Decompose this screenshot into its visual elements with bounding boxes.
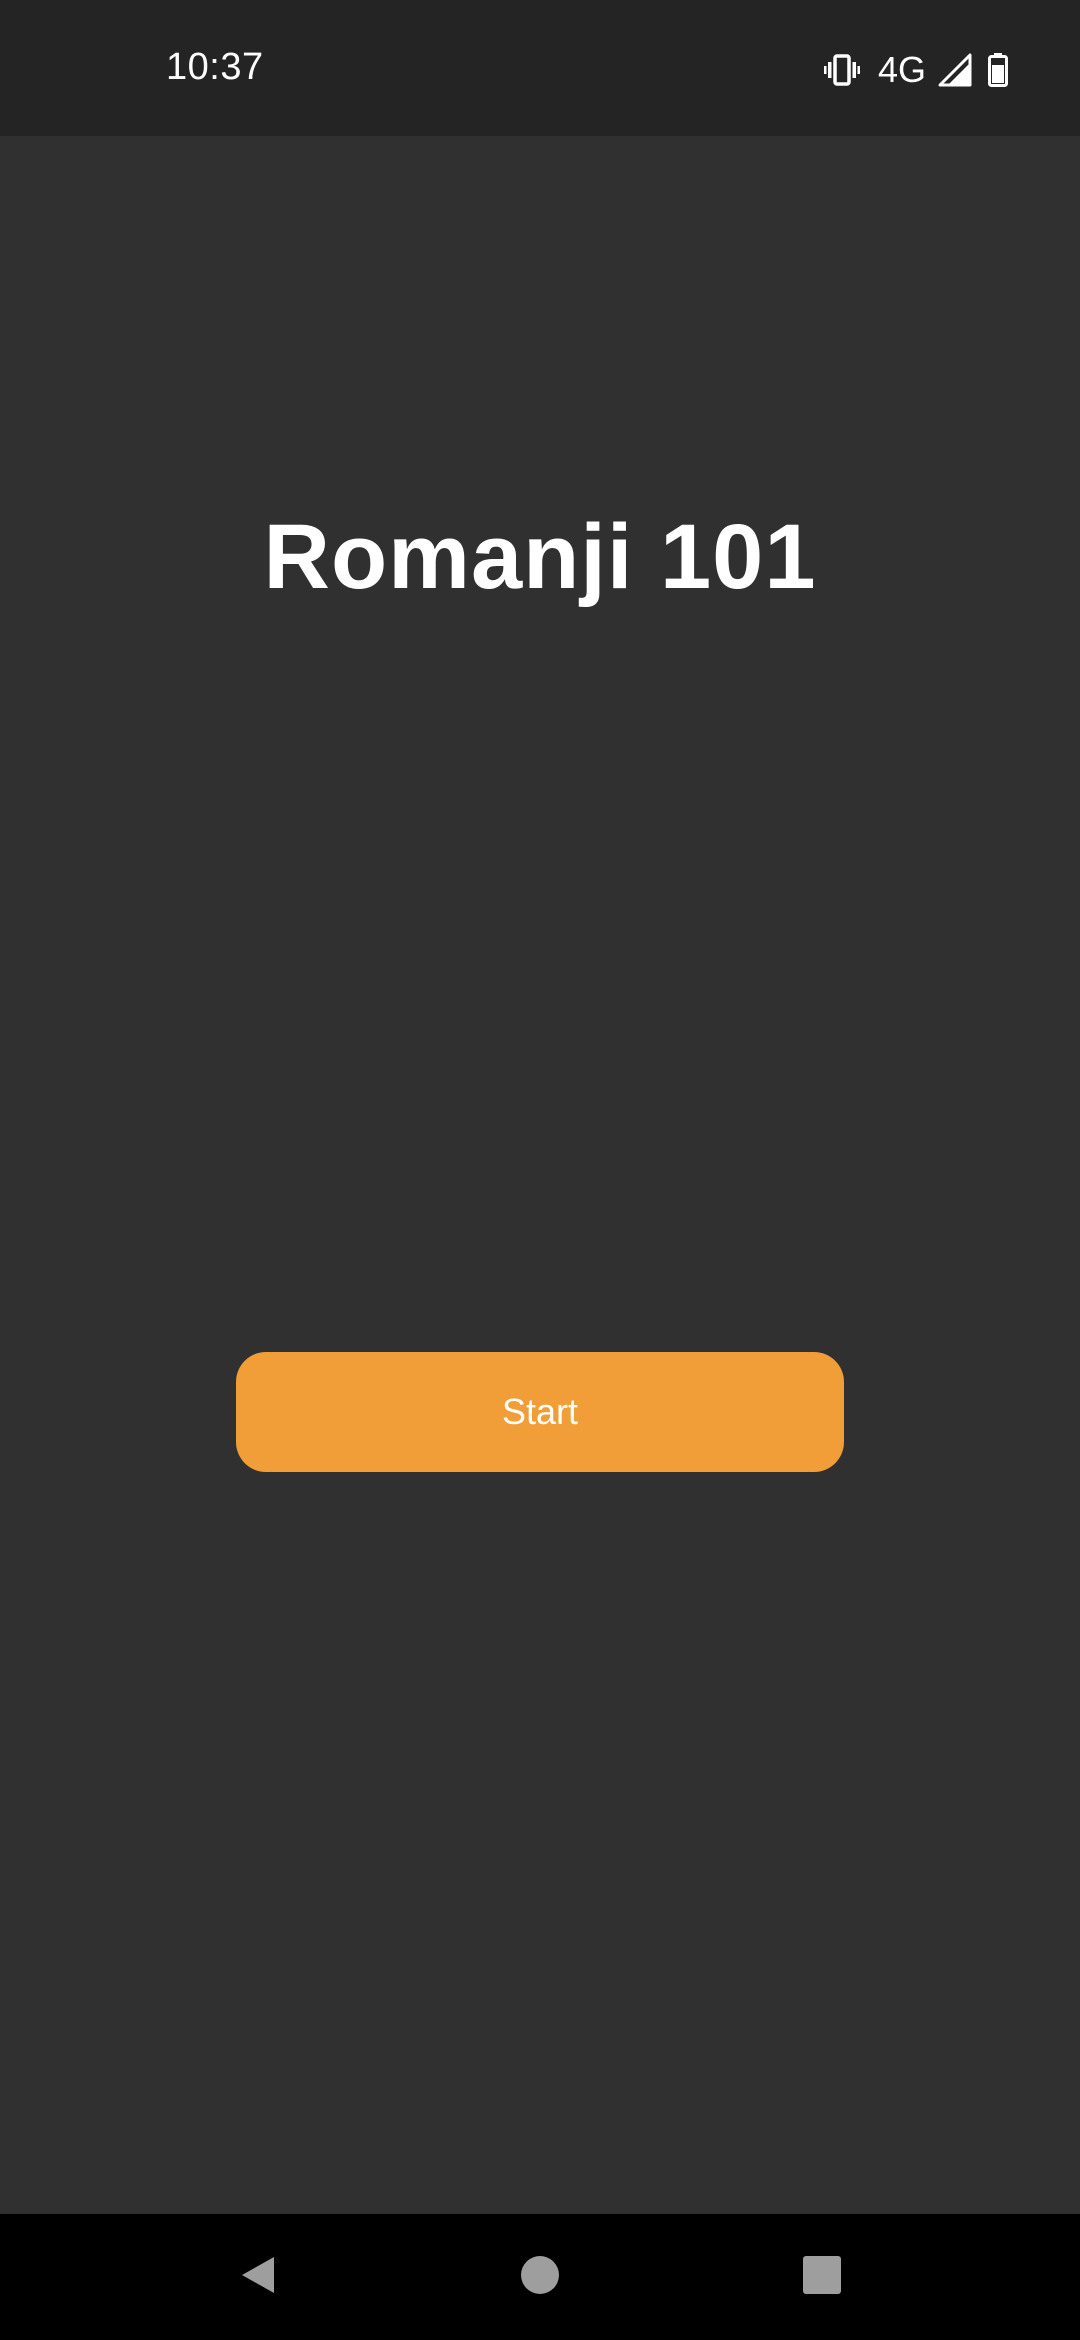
home-button[interactable] (480, 2214, 600, 2340)
status-bar: 10:37 4G (0, 0, 1080, 136)
battery-icon (988, 53, 1008, 87)
app-screen: 10:37 4G Romanji 101 Start (0, 0, 1080, 2340)
status-time: 10:37 (166, 46, 264, 88)
recents-button[interactable] (762, 2214, 882, 2340)
status-icons: 4G (823, 49, 1008, 90)
recents-icon (802, 2255, 842, 2300)
signal-icon (938, 53, 972, 87)
back-button[interactable] (198, 2214, 318, 2340)
back-icon (236, 2253, 280, 2302)
home-icon (520, 2255, 560, 2300)
navigation-bar (0, 2214, 1080, 2340)
start-button[interactable]: Start (236, 1352, 844, 1472)
vibrate-icon (823, 54, 860, 86)
network-type-label: 4G (877, 49, 926, 90)
start-button-label: Start (501, 1391, 579, 1432)
page-title: Romanji 101 (263, 506, 817, 608)
